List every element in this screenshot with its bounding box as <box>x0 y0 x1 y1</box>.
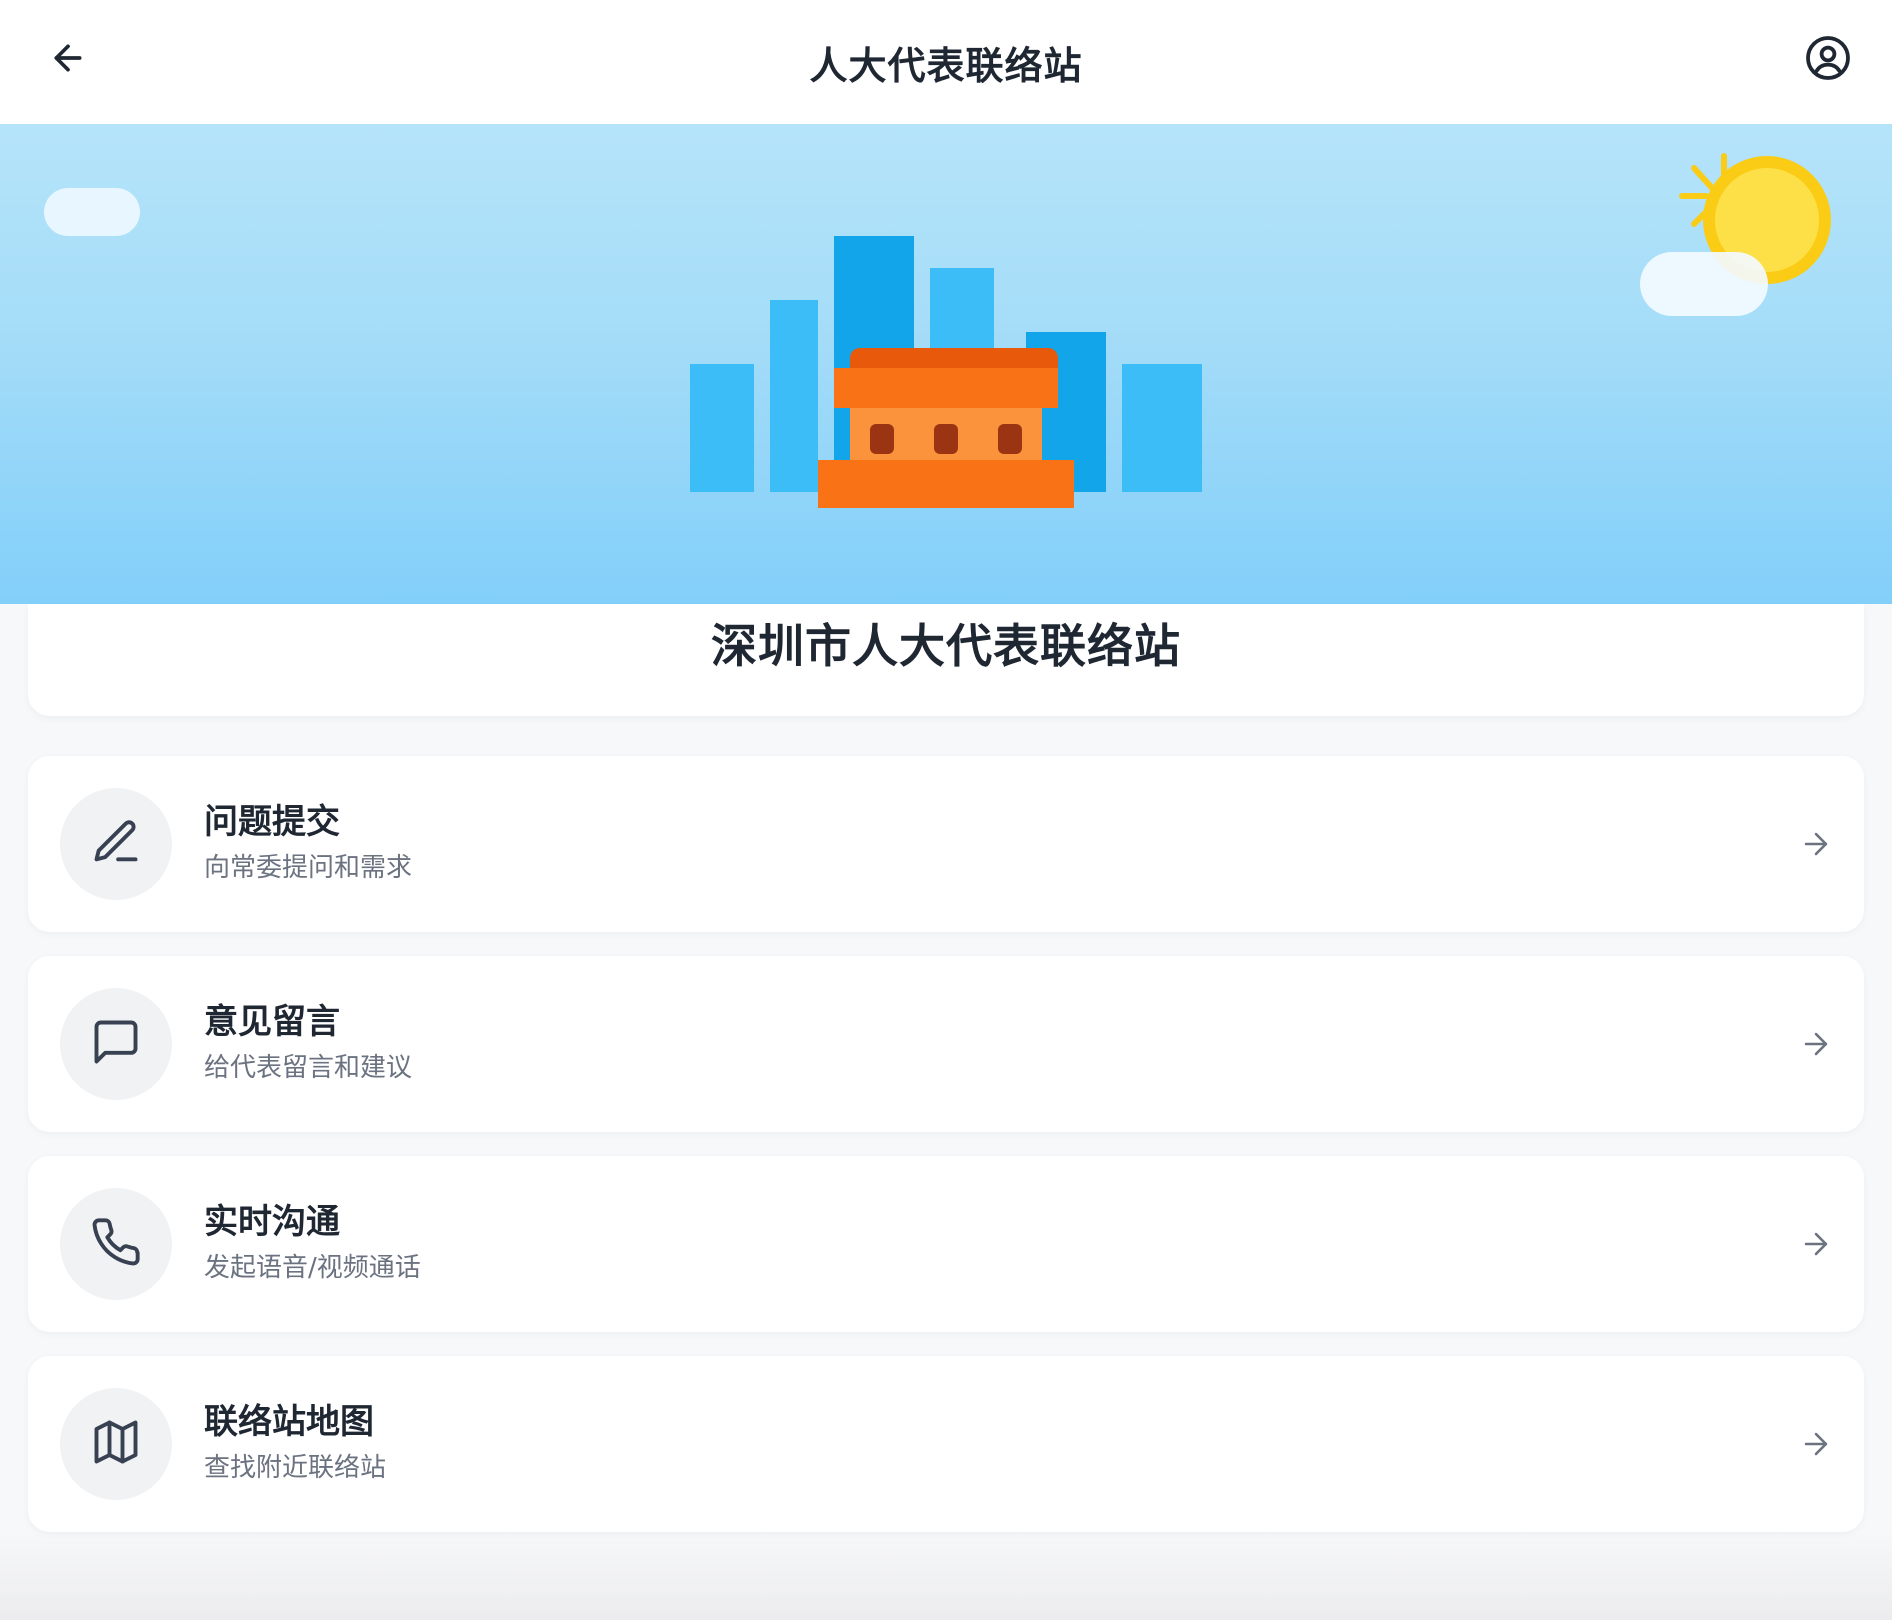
menu-text: 实时沟通 发起语音/视频通话 <box>204 1200 421 1286</box>
arrow-right-icon <box>1796 1024 1836 1064</box>
page-title: 人大代表联络站 <box>809 43 1083 88</box>
menu-icon-container <box>60 1188 172 1300</box>
back-button[interactable] <box>40 32 96 88</box>
station-building <box>818 348 1074 508</box>
station-name: 深圳市人大代表联络站 <box>711 619 1181 673</box>
station-name-card: 深圳市人大代表联络站 <box>28 604 1864 716</box>
menu-title: 实时沟通 <box>204 1202 340 1242</box>
app-screen: 人大代表联络站 深圳市人大代表联络站 问题提交 向常委提问和需求 意见留言 给代… <box>0 0 1892 1620</box>
menu-item-station-map[interactable]: 联络站地图 查找附近联络站 <box>28 1356 1864 1532</box>
arrow-right-icon <box>1796 1224 1836 1264</box>
map-icon <box>90 1416 142 1472</box>
menu-subtitle: 向常委提问和需求 <box>204 853 413 883</box>
menu-text: 意见留言 给代表留言和建议 <box>204 1000 412 1086</box>
menu-text: 联络站地图 查找附近联络站 <box>204 1400 386 1486</box>
menu-item-leave-comment[interactable]: 意见留言 给代表留言和建议 <box>28 956 1864 1132</box>
station-illustration <box>44 153 1831 508</box>
hero-banner <box>0 124 1892 604</box>
pencil-icon <box>90 816 142 872</box>
arrow-right-icon <box>1796 824 1836 864</box>
menu-subtitle: 发起语音/视频通话 <box>204 1253 421 1283</box>
menu-icon-container <box>60 1388 172 1500</box>
menu-icon-container <box>60 788 172 900</box>
menu-subtitle: 给代表留言和建议 <box>204 1053 413 1083</box>
menu-title: 问题提交 <box>204 802 340 842</box>
cloud-left <box>44 188 140 236</box>
profile-button[interactable] <box>1798 30 1858 90</box>
feature-menu: 问题提交 向常委提问和需求 意见留言 给代表留言和建议 实时沟通 发起语音/视频… <box>28 756 1864 1556</box>
menu-title: 意见留言 <box>204 1002 340 1042</box>
menu-icon-container <box>60 988 172 1100</box>
cloud-right <box>1640 252 1768 316</box>
menu-text: 问题提交 向常委提问和需求 <box>204 800 412 886</box>
menu-item-submit-question[interactable]: 问题提交 向常委提问和需求 <box>28 756 1864 932</box>
message-square-icon <box>90 1016 142 1072</box>
menu-subtitle: 查找附近联络站 <box>204 1453 387 1483</box>
menu-title: 联络站地图 <box>204 1402 374 1442</box>
menu-item-live-communication[interactable]: 实时沟通 发起语音/视频通话 <box>28 1156 1864 1332</box>
arrow-left-icon <box>48 38 88 82</box>
arrow-right-icon <box>1796 1424 1836 1464</box>
user-circle-icon <box>1804 34 1852 86</box>
phone-icon <box>90 1216 142 1272</box>
top-bar: 人大代表联络站 <box>0 0 1892 124</box>
